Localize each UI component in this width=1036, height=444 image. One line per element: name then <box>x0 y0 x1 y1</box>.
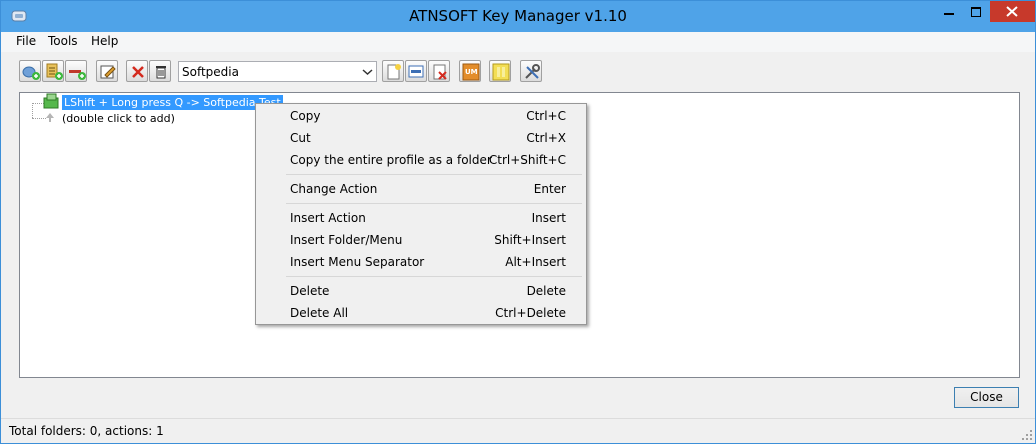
ctx-label: Copy <box>290 109 321 123</box>
close-button[interactable]: Close <box>954 387 1019 408</box>
ctx-shortcut: Ctrl+Shift+C <box>488 153 566 167</box>
ctx-label: Insert Folder/Menu <box>290 233 403 247</box>
window-title: ATNSOFT Key Manager v1.10 <box>409 7 627 25</box>
menu-tools[interactable]: Tools <box>44 34 82 48</box>
add-file-button[interactable] <box>42 60 64 82</box>
edit-button[interactable] <box>96 60 118 82</box>
minimize-button[interactable] <box>936 1 963 22</box>
maximize-button[interactable] <box>963 1 990 22</box>
ctx-item-cut[interactable]: Cut Ctrl+X <box>258 127 584 149</box>
app-window: ATNSOFT Key Manager v1.10 File Tools Hel… <box>0 0 1036 444</box>
status-bar: Total folders: 0, actions: 1 <box>1 418 1035 443</box>
menu-bar: File Tools Help <box>1 32 1035 52</box>
pause-icon <box>492 63 510 81</box>
ctx-label: Cut <box>290 131 311 145</box>
pause-button[interactable] <box>489 60 511 82</box>
settings-button[interactable] <box>520 60 542 82</box>
window-close-button[interactable] <box>990 1 1035 22</box>
ctx-shortcut: Delete <box>526 284 566 298</box>
ctx-shortcut: Ctrl+X <box>526 131 566 145</box>
ctx-shortcut: Ctrl+C <box>526 109 566 123</box>
ctx-label: Copy the entire profile as a folder <box>290 153 492 167</box>
ctx-label: Change Action <box>290 182 378 196</box>
maximize-icon <box>971 7 981 17</box>
user-mode-icon: UM <box>462 63 480 81</box>
arrow-up-icon <box>46 113 54 122</box>
tree-connector <box>32 103 33 118</box>
context-menu: Copy Ctrl+C Cut Ctrl+X Copy the entire p… <box>255 103 587 325</box>
close-icon <box>1006 6 1018 17</box>
add-separator-button[interactable] <box>65 60 87 82</box>
delete-profile-icon <box>433 64 447 80</box>
ctx-item-copy-profile[interactable]: Copy the entire profile as a folder Ctrl… <box>258 149 584 171</box>
profile-select[interactable]: Softpedia <box>178 61 377 82</box>
profile-select-value: Softpedia <box>182 65 239 79</box>
title-bar: ATNSOFT Key Manager v1.10 <box>1 1 1035 32</box>
ctx-shortcut: Insert <box>531 211 566 225</box>
ctx-item-insert-action[interactable]: Insert Action Insert <box>258 207 584 229</box>
ctx-shortcut: Enter <box>533 182 566 196</box>
delete-profile-button[interactable] <box>428 60 450 82</box>
chevron-down-icon <box>362 69 373 76</box>
menu-file[interactable]: File <box>12 34 40 48</box>
user-mode-button[interactable]: UM <box>459 60 481 82</box>
toolbar: Softpedia UM <box>1 56 1035 88</box>
tree-node-selected[interactable]: LShift + Long press Q -> Softpedia Test <box>62 95 283 110</box>
add-folder-button[interactable] <box>19 60 41 82</box>
ctx-label: Delete <box>290 284 330 298</box>
ctx-shortcut: Ctrl+Delete <box>495 306 566 320</box>
ctx-separator <box>286 174 582 175</box>
delete-button[interactable] <box>126 60 148 82</box>
ctx-item-change-action[interactable]: Change Action Enter <box>258 178 584 200</box>
ctx-shortcut: Alt+Insert <box>505 255 566 269</box>
settings-icon <box>525 64 540 79</box>
ctx-label: Insert Action <box>290 211 366 225</box>
ctx-label: Insert Menu Separator <box>290 255 425 269</box>
ctx-item-delete-all[interactable]: Delete All Ctrl+Delete <box>258 302 584 324</box>
ctx-separator <box>286 203 582 204</box>
add-file-icon <box>46 63 63 80</box>
delete-icon <box>132 66 144 78</box>
add-separator-icon <box>69 70 86 80</box>
trash-icon <box>156 66 166 79</box>
tree-node-add[interactable]: (double click to add) <box>62 111 175 126</box>
keyboard-action-icon <box>43 93 59 109</box>
edit-icon <box>100 65 116 79</box>
new-profile-icon <box>387 64 401 80</box>
resize-grip-icon[interactable] <box>1021 429 1033 441</box>
clear-all-button[interactable] <box>149 60 171 82</box>
ctx-item-delete[interactable]: Delete Delete <box>258 280 584 302</box>
ctx-item-insert-separator[interactable]: Insert Menu Separator Alt+Insert <box>258 251 584 273</box>
status-text: Total folders: 0, actions: 1 <box>9 424 164 438</box>
ctx-item-insert-folder[interactable]: Insert Folder/Menu Shift+Insert <box>258 229 584 251</box>
ctx-separator <box>286 276 582 277</box>
menu-help[interactable]: Help <box>87 34 122 48</box>
rename-profile-icon <box>408 65 424 78</box>
rename-profile-button[interactable] <box>405 60 427 82</box>
add-folder-icon <box>22 66 40 80</box>
ctx-label: Delete All <box>290 306 349 320</box>
svg-text:UM: UM <box>465 68 478 76</box>
new-profile-button[interactable] <box>382 60 404 82</box>
ctx-shortcut: Shift+Insert <box>494 233 566 247</box>
minimize-icon <box>944 13 954 15</box>
ctx-item-copy[interactable]: Copy Ctrl+C <box>258 105 584 127</box>
